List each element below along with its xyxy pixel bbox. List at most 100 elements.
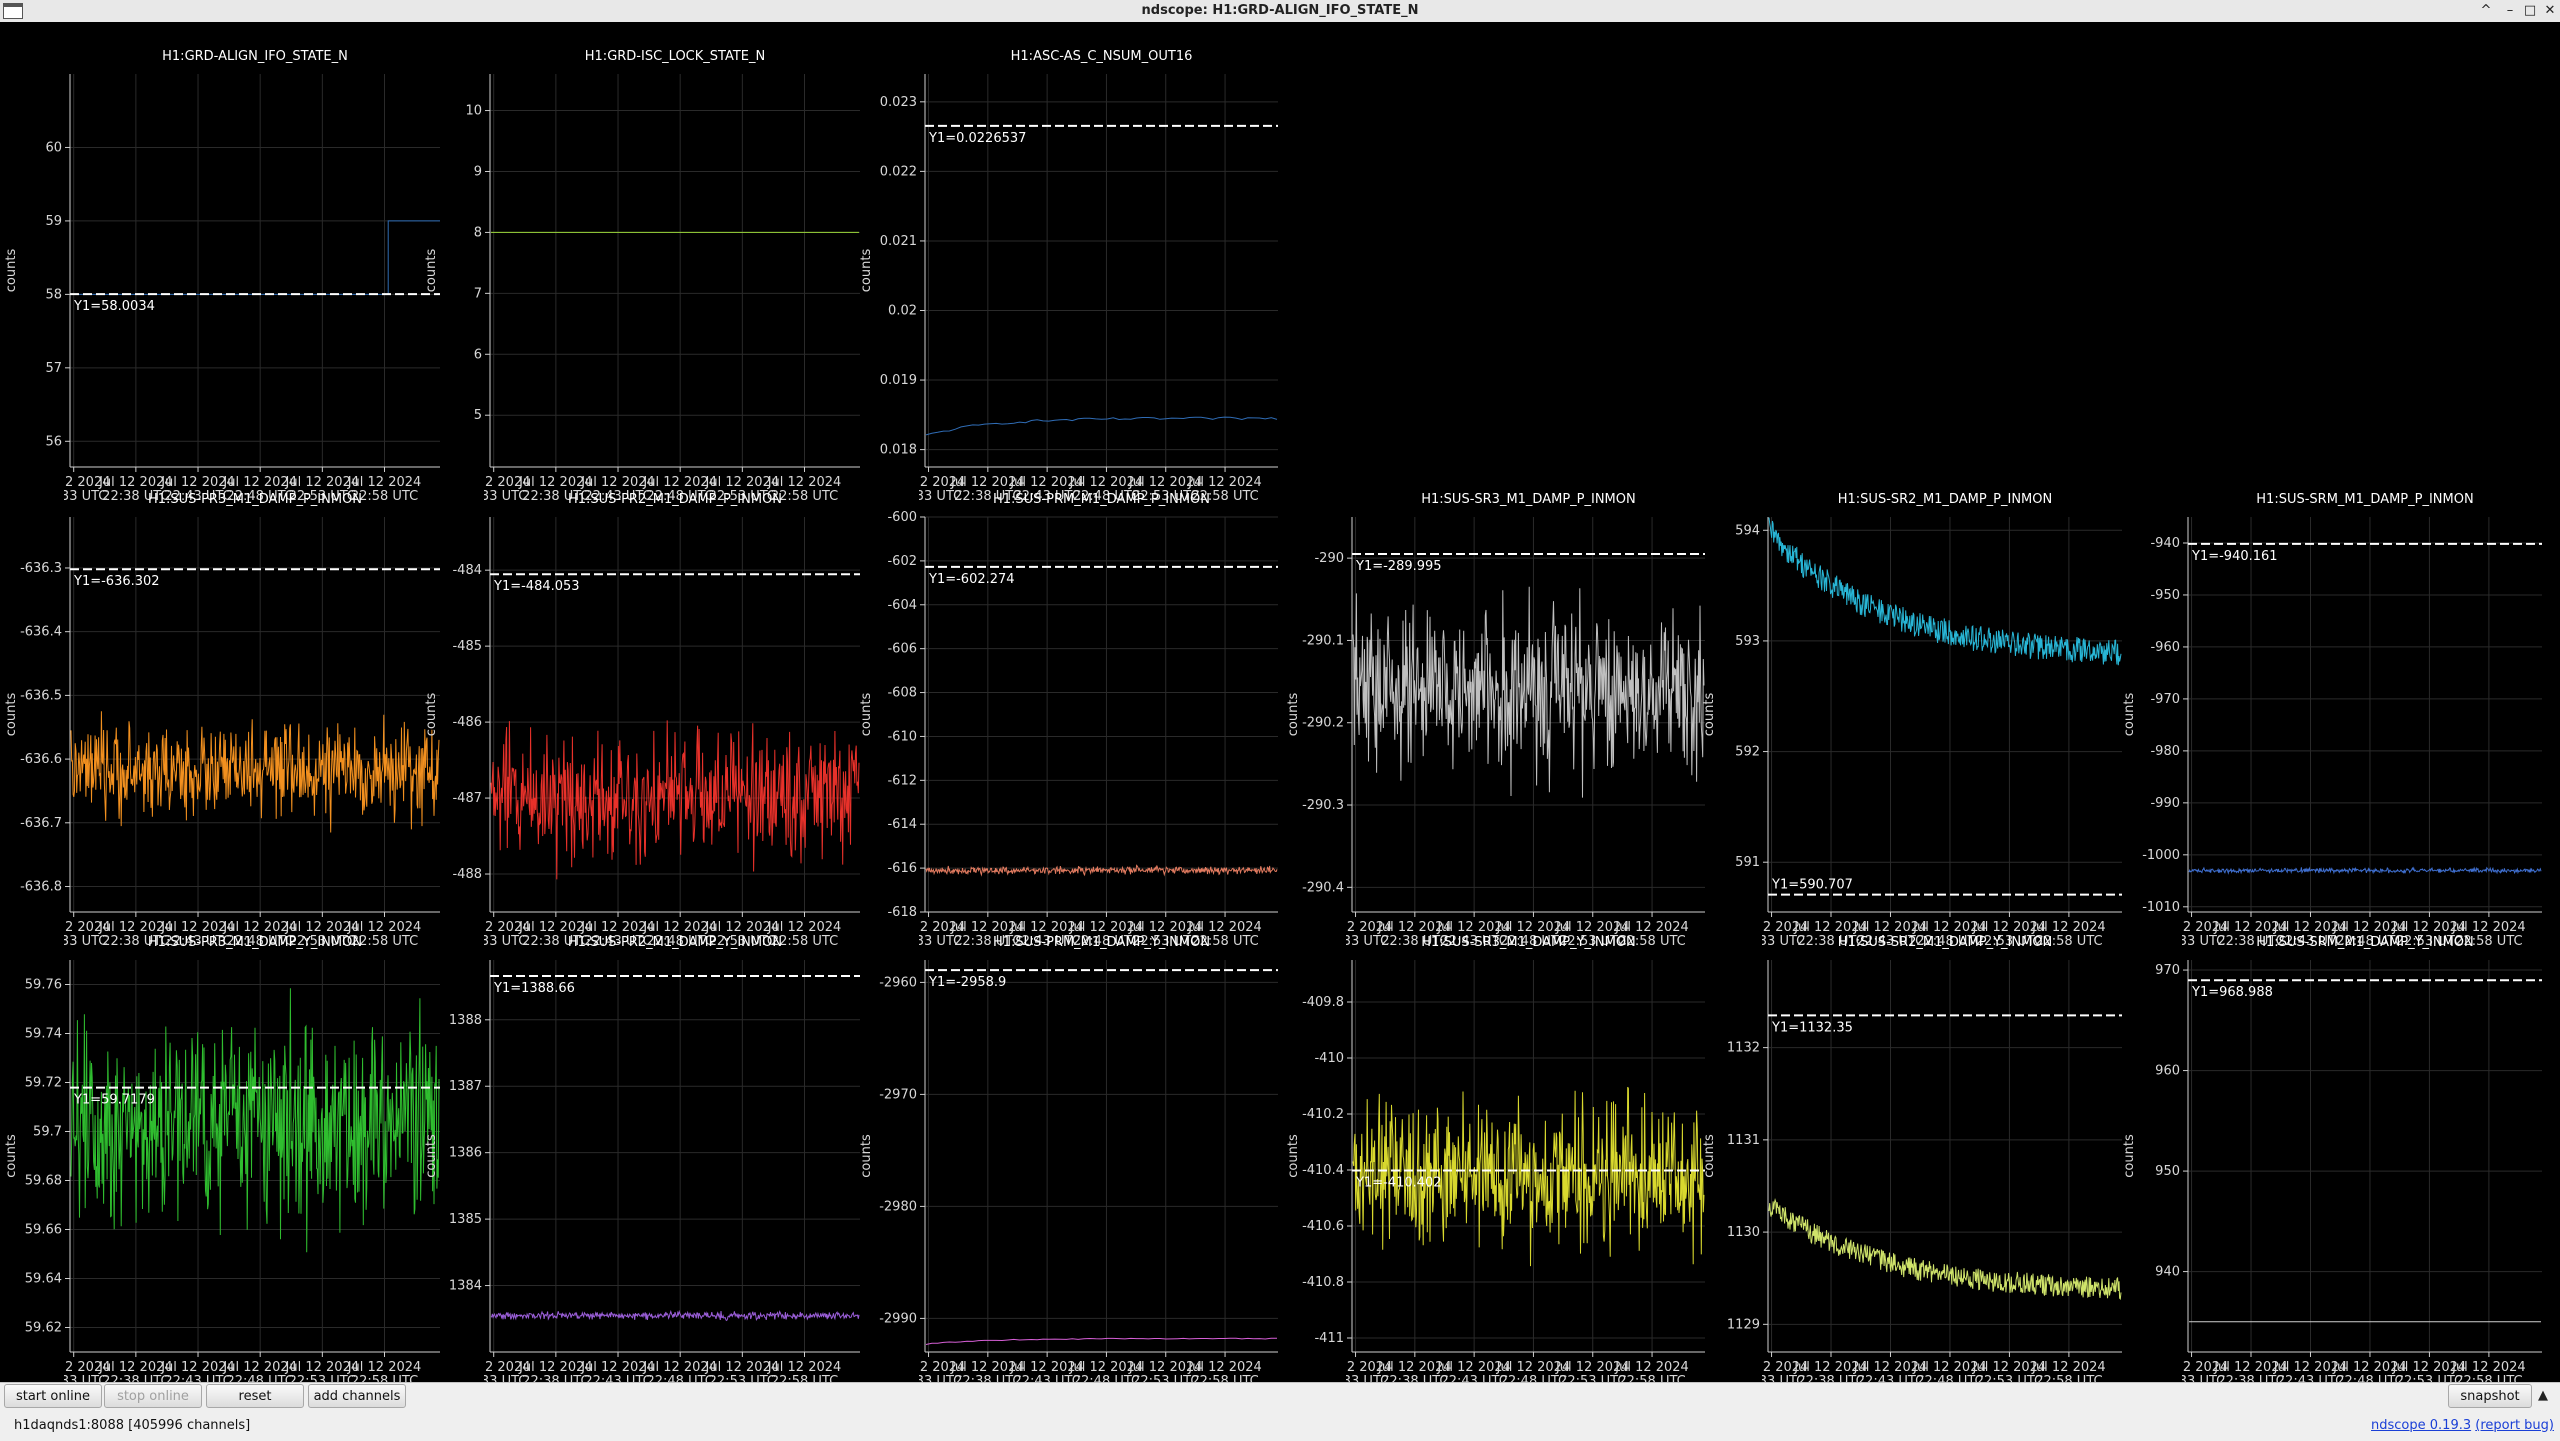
y-tick-label: -484 (452, 563, 482, 578)
close-icon[interactable]: ✕ (2540, 1, 2560, 21)
y-tick-label: -602 (887, 554, 917, 569)
y-tick-label: -2960 (879, 975, 917, 990)
y-tick-label: 1131 (1727, 1133, 1760, 1148)
y-tick-label: 59.76 (25, 978, 62, 993)
x-tick-time: 22:33 UTC (460, 934, 527, 949)
plot-panel[interactable]: H1:GRD-ISC_LOCK_STATE_N 5 6 7 8 9 10 Jul 12 202… (424, 49, 860, 504)
maximize-icon[interactable]: □ (2520, 1, 2540, 21)
x-tick-time: 22:38 UTC (522, 1374, 589, 1382)
y-tick-label: 1129 (1727, 1317, 1760, 1332)
plot-panel[interactable]: H1:GRD-ALIGN_IFO_STATE_N 56 57 58 59 60 Jul 12… (4, 49, 440, 504)
data-trace (925, 416, 1278, 436)
x-tick-time: 22:33 UTC (1322, 934, 1389, 949)
y-tick-label: -990 (2150, 796, 2180, 811)
reset-button[interactable]: reset (206, 1384, 304, 1408)
x-tick-time: 22:58 UTC (771, 1374, 838, 1382)
x-tick-time: 22:33 UTC (460, 489, 527, 504)
y-tick-label: 1132 (1727, 1041, 1760, 1056)
x-tick-time: 22:43 UTC (1857, 1374, 1924, 1382)
plot-title: H1:SUS-PR2_M1_DAMP_P_INMON (568, 492, 782, 507)
y-tick-label: -636.3 (20, 561, 62, 576)
y-tick-label: 9 (474, 164, 482, 179)
plot-title: H1:SUS-PRM_M1_DAMP_P_INMON (993, 492, 1210, 507)
x-tick-time: 22:58 UTC (2455, 1374, 2522, 1382)
x-tick-time: 22:58 UTC (1618, 1374, 1685, 1382)
version-link[interactable]: ndscope 0.19.3 (2371, 1418, 2471, 1433)
y-tick-label: 0.02 (888, 303, 917, 318)
x-tick-time: 22:38 UTC (102, 1374, 169, 1382)
y-tick-label: -636.7 (20, 816, 62, 831)
cursor-label: Y1=-410.402 (1355, 1176, 1442, 1191)
plot-grid[interactable]: H1:GRD-ALIGN_IFO_STATE_N 56 57 58 59 60 Jul 12… (0, 22, 2560, 1389)
server-address: h1daqnds1:8088 (14, 1418, 124, 1433)
y-tick-label: 1385 (449, 1212, 482, 1227)
x-tick-date: Jul 12 2024 (767, 475, 842, 490)
plot-panel[interactable]: H1:SUS-PR2_M1_DAMP_P_INMON -488 -487 -486 -4… (424, 492, 860, 949)
x-tick-time: 22:33 UTC (895, 489, 962, 504)
plot-panel[interactable]: H1:SUS-SR2_M1_DAMP_Y_INMON 1129 1130 1131 11… (1702, 935, 2122, 1389)
plot-panel[interactable]: H1:SUS-SRM_M1_DAMP_P_INMON -1010 -1000 -990… (2122, 492, 2542, 949)
y-tick-label: -487 (452, 791, 482, 806)
y-tick-label: -1010 (2142, 900, 2180, 915)
expand-icon[interactable]: ▲ (2538, 1388, 2548, 1403)
x-tick-time: 22:33 UTC (40, 489, 107, 504)
snapshot-button[interactable]: snapshot (2448, 1384, 2532, 1408)
x-tick-time: 22:43 UTC (164, 1374, 231, 1382)
x-tick-date: Jul 12 2024 (767, 920, 842, 935)
plot-title: H1:SUS-SR3_M1_DAMP_P_INMON (1421, 492, 1635, 507)
y-axis-label: counts (424, 1134, 439, 1178)
y-tick-label: -960 (2150, 640, 2180, 655)
x-tick-time: 22:58 UTC (351, 1374, 418, 1382)
plot-panel[interactable]: H1:SUS-SR3_M1_DAMP_P_INMON -290.4 -290.3 -2… (1286, 492, 1705, 949)
plot-title: H1:SUS-PR2_M1_DAMP_Y_INMON (568, 935, 782, 950)
plot-panel[interactable]: H1:SUS-SR3_M1_DAMP_Y_INMON -411 -410.8 -410… (1286, 935, 1705, 1389)
plot-panel[interactable]: H1:ASC-AS_C_NSUM_OUT16 0.018 0.019 0.02 0.02… (859, 49, 1278, 504)
y-tick-label: 592 (1735, 745, 1760, 760)
add-channels-button[interactable]: add channels (308, 1384, 406, 1408)
stop-online-button[interactable]: stop online (104, 1384, 202, 1408)
plot-panel[interactable]: H1:SUS-SRM_M1_DAMP_Y_INMON 940 950 960 970 Ju… (2122, 935, 2542, 1389)
plot-panel[interactable]: H1:SUS-PRM_M1_DAMP_Y_INMON -2990 -2980 -297… (859, 935, 1278, 1389)
x-tick-time: 22:53 UTC (709, 1374, 776, 1382)
x-tick-labels: Jul 12 202422:33 UTCJul 12 202422:38 UTC… (64, 1360, 422, 1389)
x-tick-time: 22:38 UTC (2217, 1374, 2284, 1382)
y-tick-label: 940 (2155, 1265, 2180, 1280)
y-tick-label: 57 (45, 361, 62, 376)
plot-title: H1:SUS-SRM_M1_DAMP_P_INMON (2256, 492, 2473, 507)
x-tick-date: Jul 12 2024 (347, 1360, 422, 1375)
y-axis-label: counts (424, 249, 439, 293)
keep-above-icon[interactable]: ^ (2476, 1, 2496, 21)
status-version: ndscope 0.19.3 (report bug) (2371, 1418, 2554, 1433)
plot-title: H1:SUS-PRM_M1_DAMP_Y_INMON (993, 935, 1210, 950)
x-tick-time: 22:53 UTC (1559, 1374, 1626, 1382)
plots-canvas[interactable]: H1:GRD-ALIGN_IFO_STATE_N5657585960Jul 12… (0, 22, 2560, 1389)
y-tick-label: 1387 (449, 1079, 482, 1094)
y-tick-label: -2990 (879, 1311, 917, 1326)
data-trace (70, 711, 440, 833)
x-tick-time: 22:33 UTC (895, 1374, 962, 1382)
x-tick-labels: Jul 12 202422:33 UTCJul 12 202422:38 UTC… (2182, 1360, 2526, 1389)
plot-panel[interactable]: H1:SUS-PRM_M1_DAMP_P_INMON -618 -616 -614 -6… (859, 492, 1278, 949)
plot-panel[interactable]: H1:SUS-SR2_M1_DAMP_P_INMON 591 592 593 594 Ju… (1702, 492, 2122, 949)
x-tick-date: Jul 12 2024 (1187, 1360, 1262, 1375)
y-tick-label: -618 (887, 905, 917, 920)
y-tick-label: -410.8 (1302, 1275, 1344, 1290)
data-trace (1768, 1197, 2122, 1300)
channel-count: [405996 channels] (128, 1418, 251, 1433)
y-tick-label: 0.018 (880, 443, 917, 458)
plot-panel[interactable]: H1:SUS-PR2_M1_DAMP_Y_INMON 1384 1385 1386 13… (424, 935, 860, 1389)
plot-panel[interactable]: H1:SUS-PR3_M1_DAMP_P_INMON -636.8 -636.7 -6… (4, 492, 440, 949)
plot-panel[interactable]: H1:SUS-PR3_M1_DAMP_Y_INMON 59.62 59.64 59.6… (4, 935, 440, 1389)
window-title: ndscope: H1:GRD-ALIGN_IFO_STATE_N (1141, 3, 1419, 18)
report-bug-link[interactable]: (report bug) (2475, 1418, 2554, 1433)
x-tick-time: 22:48 UTC (1916, 1374, 1983, 1382)
y-tick-label: -410.6 (1302, 1219, 1344, 1234)
y-tick-label: 59.74 (25, 1027, 62, 1042)
minimize-icon[interactable]: – (2500, 1, 2520, 21)
y-tick-label: -608 (887, 686, 917, 701)
plot-title: H1:GRD-ALIGN_IFO_STATE_N (162, 49, 348, 64)
x-tick-time: 22:43 UTC (1440, 1374, 1507, 1382)
x-tick-date: Jul 12 2024 (2451, 1360, 2526, 1375)
start-online-button[interactable]: start online (4, 1384, 102, 1408)
y-tick-label: 5 (474, 408, 482, 423)
